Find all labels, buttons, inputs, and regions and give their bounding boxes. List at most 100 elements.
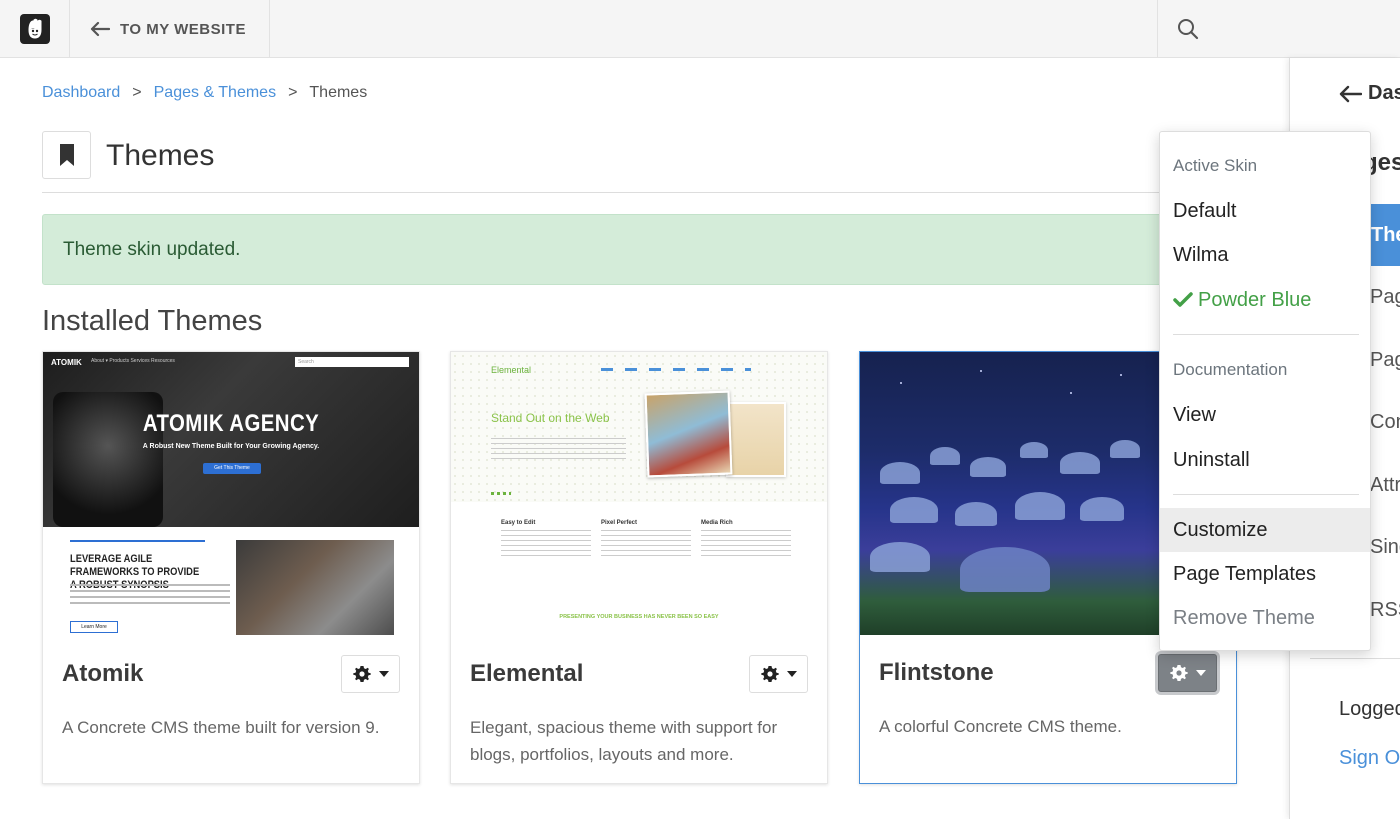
stone-house xyxy=(1060,452,1100,474)
stone-house xyxy=(1015,492,1065,520)
skin-option-wilma[interactable]: Wilma xyxy=(1160,233,1370,277)
theme-description: Elegant, spacious theme with support for… xyxy=(470,718,778,764)
atomik-accent-bar xyxy=(70,540,205,542)
side-panel-item-themes[interactable]: The xyxy=(1371,204,1400,266)
stone-house xyxy=(1080,497,1124,521)
dropdown-divider xyxy=(1173,494,1359,495)
theme-thumbnail[interactable]: ATOMIK About ▾ Products Services Resourc… xyxy=(43,352,419,635)
search-icon xyxy=(1178,19,1199,40)
theme-options-button[interactable] xyxy=(749,655,808,693)
dropdown-header-documentation: Documentation xyxy=(1173,360,1288,379)
arrow-left-icon xyxy=(90,21,110,37)
atomik-hero: ATOMIK About ▾ Products Services Resourc… xyxy=(43,352,419,527)
side-panel-item[interactable]: Pag xyxy=(1370,349,1400,372)
stone-house xyxy=(870,542,930,572)
stone-house xyxy=(960,547,1050,592)
dropdown-header-active-skin: Active Skin xyxy=(1173,156,1258,175)
atomik-paragraph xyxy=(70,584,230,604)
sign-out-link[interactable]: Sign Ou xyxy=(1339,747,1400,770)
elemental-feature-text xyxy=(601,530,691,556)
gear-icon xyxy=(1169,665,1188,681)
breadcrumb-separator: > xyxy=(132,84,142,101)
section-title: Installed Themes xyxy=(42,305,263,337)
success-alert: Theme skin updated. xyxy=(42,214,1172,285)
to-my-website-label: TO MY WEBSITE xyxy=(120,20,246,38)
atomik-brand: ATOMIK xyxy=(51,358,82,367)
stone-house xyxy=(890,497,938,523)
atomik-headline: ATOMIK AGENCY xyxy=(142,410,320,437)
elemental-feature-title: Media Rich xyxy=(701,520,733,526)
side-panel-back-label: Das xyxy=(1368,82,1400,104)
theme-card-atomik: ATOMIK About ▾ Products Services Resourc… xyxy=(42,351,420,784)
side-panel-item[interactable]: Sing xyxy=(1370,536,1400,559)
gear-icon xyxy=(352,666,371,682)
star xyxy=(1070,392,1072,394)
caret-down-icon xyxy=(1195,670,1206,676)
atomik-cta: Get This Theme xyxy=(203,463,261,474)
elemental-feature: Pixel Perfect xyxy=(601,520,691,556)
stone-house xyxy=(1020,442,1048,458)
elemental-hero: Elemental Stand Out on the Web xyxy=(451,352,827,502)
theme-options-button[interactable] xyxy=(341,655,400,693)
top-toolbar: TO MY WEBSITE xyxy=(0,0,1400,58)
arrow-left-icon xyxy=(1339,85,1362,102)
atomik-lower: LEVERAGE AGILE FRAMEWORKS TO PROVIDE A R… xyxy=(43,527,419,635)
search-button[interactable] xyxy=(1157,0,1400,58)
skin-option-powder-blue[interactable]: Powder Blue xyxy=(1160,278,1370,322)
skin-option-default[interactable]: Default xyxy=(1160,189,1370,233)
theme-name: Elemental xyxy=(470,660,584,687)
theme-description: A colorful Concrete CMS theme. xyxy=(879,717,1122,736)
atomik-office-photo xyxy=(236,540,394,635)
caret-down-icon xyxy=(786,671,797,677)
elemental-feature-title: Pixel Perfect xyxy=(601,520,638,526)
elemental-headline: Stand Out on the Web xyxy=(491,411,610,425)
customize-item[interactable]: Customize xyxy=(1160,508,1370,552)
elemental-paragraph xyxy=(491,438,626,460)
documentation-uninstall-item[interactable]: Uninstall xyxy=(1160,438,1370,482)
elemental-logo: Elemental xyxy=(491,365,532,375)
elemental-feature-title: Easy to Edit xyxy=(501,520,536,526)
theme-options-dropdown: Active Skin Default Wilma Powder Blue Do… xyxy=(1159,131,1371,651)
header-divider xyxy=(42,192,1202,193)
atomik-tagline: A Robust New Theme Built for Your Growin… xyxy=(142,443,320,450)
breadcrumb-pages-themes[interactable]: Pages & Themes xyxy=(154,84,276,102)
dropdown-divider xyxy=(1173,334,1359,335)
elemental-photo-2 xyxy=(726,402,786,477)
side-panel-item[interactable]: Con xyxy=(1370,411,1400,434)
theme-name: Atomik xyxy=(62,660,144,687)
breadcrumb-separator: > xyxy=(288,84,298,101)
theme-thumbnail[interactable]: Elemental Stand Out on the Web Easy to E… xyxy=(451,352,827,635)
star xyxy=(900,382,902,384)
side-panel-item-label: The xyxy=(1371,223,1400,246)
side-panel-item[interactable]: Attr xyxy=(1370,474,1400,497)
atomik-search: Search xyxy=(295,357,409,367)
atomik-learn-more: Learn More xyxy=(70,621,118,633)
breadcrumb-dashboard[interactable]: Dashboard xyxy=(42,84,120,102)
side-panel-item[interactable]: RSS xyxy=(1370,599,1400,622)
elemental-feature-text xyxy=(501,530,591,556)
bookmark-button[interactable] xyxy=(42,131,91,179)
elemental-feature: Easy to Edit xyxy=(501,520,591,556)
gear-icon xyxy=(760,666,779,682)
stone-house xyxy=(1110,440,1140,458)
concrete-logo-icon xyxy=(19,14,50,44)
documentation-view-item[interactable]: View xyxy=(1160,393,1370,437)
side-panel-item[interactable]: Pag xyxy=(1370,286,1400,309)
page-title: Themes xyxy=(106,139,215,172)
page-templates-item[interactable]: Page Templates xyxy=(1160,552,1370,596)
theme-description: A Concrete CMS theme built for version 9… xyxy=(62,718,380,737)
remove-theme-item[interactable]: Remove Theme xyxy=(1160,596,1370,640)
elemental-footer-banner: PRESENTING YOUR BUSINESS HAS NEVER BEEN … xyxy=(559,614,719,620)
theme-options-button[interactable] xyxy=(1158,654,1217,692)
elemental-nav xyxy=(601,368,751,371)
skin-option-label: Powder Blue xyxy=(1198,288,1312,311)
side-panel-back-link[interactable]: Das xyxy=(1338,82,1400,105)
elemental-feature-text xyxy=(701,530,791,556)
logged-in-label: Logged xyxy=(1339,698,1400,720)
alert-message: Theme skin updated. xyxy=(63,238,241,260)
atomik-nav: About ▾ Products Services Resources xyxy=(91,358,175,364)
concrete-logo-button[interactable] xyxy=(0,0,70,58)
star xyxy=(980,370,982,372)
to-my-website-link[interactable]: TO MY WEBSITE xyxy=(70,0,270,58)
breadcrumb-current: Themes xyxy=(309,84,368,101)
